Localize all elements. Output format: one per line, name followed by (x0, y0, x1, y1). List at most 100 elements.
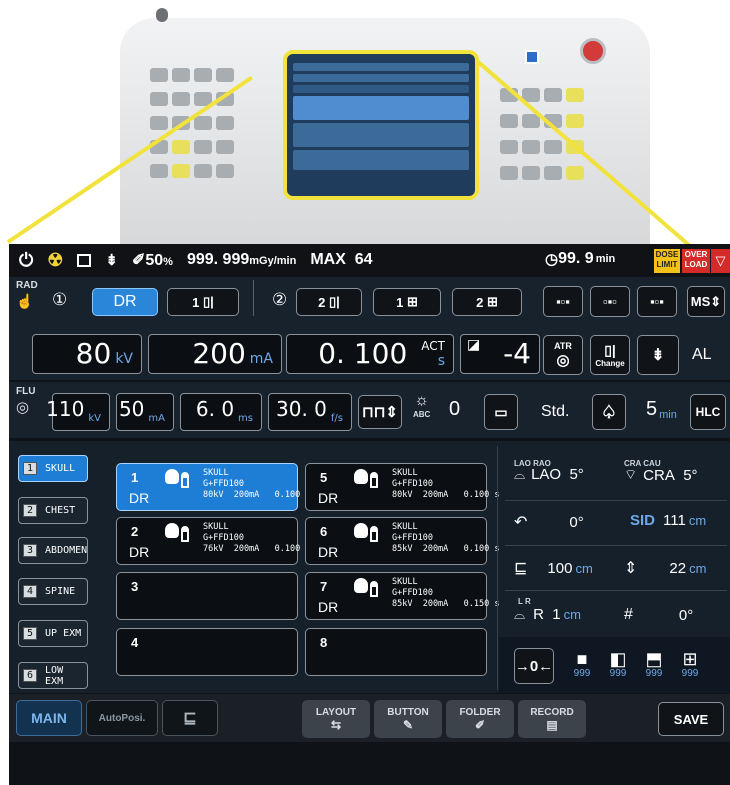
table-height-icon: ⊑ (514, 560, 528, 577)
layout-button[interactable]: LAYOUT ⇆ (302, 700, 370, 738)
slot-number: 8 (320, 635, 328, 650)
rad-sec-field[interactable]: 0. 100 ACT s (286, 334, 454, 374)
slot-number: 2 (131, 524, 139, 539)
aec-field-left-button[interactable]: ▪▫▪ (543, 286, 583, 317)
flu-time: 5 min (646, 398, 677, 421)
aec-field-center-button[interactable]: ▫▪▫ (590, 286, 630, 317)
grid-1-button[interactable]: 1 ⊞ (373, 288, 441, 316)
organ-chest-button[interactable]: 2 CHEST (18, 497, 88, 524)
skull-icon (354, 469, 368, 484)
stop-icon[interactable]: ▽ (711, 249, 730, 273)
change-button[interactable]: ▯| Change (590, 335, 630, 375)
program-slot-3[interactable]: 3 (116, 572, 298, 620)
rad-ma-field[interactable]: 200 mA (148, 334, 282, 374)
std-label: Std. (541, 403, 570, 420)
organ-abdomen-button[interactable]: 3 ABDOMEN (18, 537, 88, 564)
layout-counter-2[interactable]: ◧ 999 (602, 650, 634, 679)
reset-zero-button[interactable]: →0← (514, 648, 554, 684)
layout-icon: ◧ (609, 649, 627, 669)
slot-technique: G+FFD100 (392, 533, 433, 543)
pulse-mode-button[interactable]: ⊓⊓⇕ (358, 395, 402, 429)
hlc-button[interactable]: HLC (690, 394, 726, 430)
blue-key (525, 50, 539, 64)
slot-technique: G+FFD100 (392, 479, 433, 489)
organ-number: 3 (23, 544, 38, 557)
program-slot-1[interactable]: 1 DR SKULL G+FFD100 80kV 200mA 0.100 s (116, 463, 310, 511)
grid-angle-readout: #0° (624, 606, 694, 624)
rotation-icon: ↶ (514, 514, 528, 531)
brightness-status: ✐50% (131, 252, 173, 269)
image-process-button[interactable]: ▭ (484, 394, 518, 430)
atr-button[interactable]: ATR ◎ (543, 335, 583, 375)
program-slot-4[interactable]: 4 (116, 628, 298, 676)
skull-icon (165, 469, 179, 484)
slot-number: 5 (320, 470, 328, 485)
tilt-patient-icon: ⌓ (514, 466, 526, 482)
tube-icon: ⇟ (105, 252, 118, 269)
program-slot-6[interactable]: 6 DR SKULL G+FFD100 85kV 200mA 0.100 s (305, 517, 499, 565)
lateral-icon: ⌓ (514, 606, 526, 622)
hand-icon: ☝ (16, 293, 34, 309)
folder-button[interactable]: FOLDER ✐ (446, 700, 514, 738)
organ-low-exm-button[interactable]: 6 LOW EXM (18, 662, 88, 689)
program-slot-8[interactable]: 8 (305, 628, 487, 676)
fluoro-icon: ◎ (16, 399, 30, 416)
focus-1-icon: ① (52, 290, 68, 309)
density-icon: ◪ (467, 337, 481, 353)
abc-value: 0 (449, 398, 461, 420)
status-bar: ⏻ ☢ ⇟ ✐50% 999. 999mGy/min MAX 64 (9, 244, 730, 276)
al-label: AL (692, 346, 712, 363)
power-icon[interactable]: ⏻ (19, 250, 33, 271)
person-icon (370, 526, 378, 542)
layout-icon: ■ (576, 649, 588, 669)
button-button[interactable]: BUTTON ✎ (374, 700, 442, 738)
aec-field-right-button[interactable]: ▪▫▪ (637, 286, 677, 317)
flu-ms-field[interactable]: 6. 0 ms (180, 393, 262, 431)
positioning-tab[interactable]: ⊑ (162, 700, 218, 736)
dr-button[interactable]: DR (92, 288, 158, 316)
rotation-readout: ↶ 0° (514, 513, 584, 532)
organ-label: LOW EXM (45, 664, 64, 687)
main-tab[interactable]: MAIN (16, 700, 82, 736)
joystick-knob (156, 8, 168, 22)
program-slot-2[interactable]: 2 DR SKULL G+FFD100 76kV 200mA 0.100 s (116, 517, 310, 565)
slot-params: 85kV 200mA 0.150 s (392, 599, 500, 609)
flu-ma-field[interactable]: 50 mA (116, 393, 174, 431)
layout-counter-1[interactable]: ■ 999 (566, 650, 598, 679)
slot-mode: DR (129, 544, 150, 560)
record-button[interactable]: RECORD ▤ (518, 700, 586, 738)
ms-button[interactable]: MS ⇕ (687, 286, 725, 317)
organ-up-exm-button[interactable]: 5 UP EXM (18, 620, 88, 647)
organ-label: ABDOMEN (45, 545, 88, 556)
organ-skull-button[interactable]: 1 SKULL (18, 455, 88, 482)
grid-2-button[interactable]: 2 ⊞ (452, 288, 522, 316)
height-readout: ⊑ 100 cm (514, 559, 593, 578)
cassette-2-button[interactable]: 2 ▯| (296, 288, 362, 316)
slot-technique: G+FFD100 (392, 588, 433, 598)
layout-counter-3[interactable]: ⬒ 999 (638, 650, 670, 679)
slot-params: 80kV 200mA 0.100 s (203, 490, 311, 500)
skull-icon (354, 523, 368, 538)
lr-label: L R (518, 597, 531, 606)
monitor-icon (77, 253, 92, 267)
save-button[interactable]: SAVE (658, 702, 724, 736)
density-field[interactable]: ◪ -4 (460, 334, 540, 374)
alarm-button[interactable]: ♤ (592, 394, 626, 430)
grid-angle-icon: # (624, 606, 633, 623)
flu-kv-field[interactable]: 110 kV (46, 393, 110, 431)
organ-spine-button[interactable]: 4 SPINE (18, 578, 88, 605)
autoposi-tab[interactable]: AutoPosi. (86, 700, 158, 736)
program-slot-7[interactable]: 7 DR SKULL G+FFD100 85kV 200mA 0.150 s (305, 572, 499, 620)
over-load-badge: OVER LOAD (682, 249, 710, 273)
tilt-icon: ⇕ (624, 560, 638, 577)
flu-label: FLU (16, 386, 36, 397)
organ-label: SKULL (45, 463, 76, 474)
layout-counter-4[interactable]: ⊞ 999 (674, 650, 706, 679)
organ-number: 5 (23, 627, 38, 640)
flu-fs-field[interactable]: 30. 0 f/s (268, 393, 352, 431)
slot-number: 7 (320, 579, 328, 594)
cassette-1-button[interactable]: 1 ▯| (167, 288, 239, 316)
program-slot-5[interactable]: 5 DR SKULL G+FFD100 80kV 200mA 0.100 s (305, 463, 499, 511)
collimator-button[interactable]: ⇟ (637, 335, 679, 375)
rad-kv-field[interactable]: 80 kV (32, 334, 142, 374)
